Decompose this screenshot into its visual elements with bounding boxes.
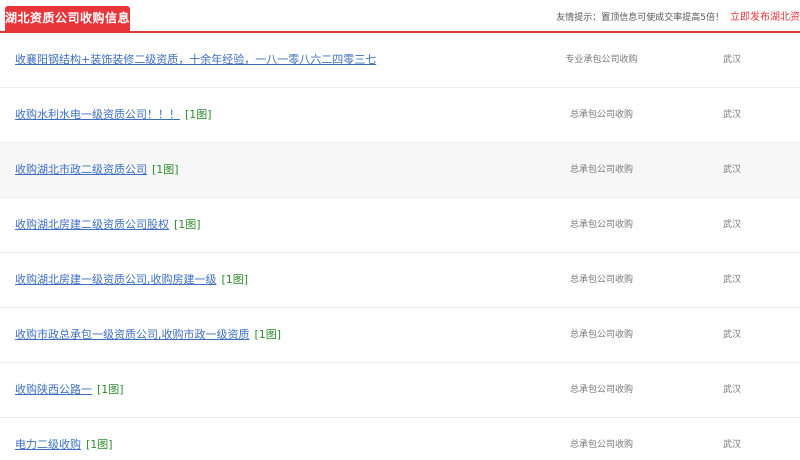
image-count-badge[interactable]: [1图] bbox=[97, 383, 124, 396]
listing-title-cell: 收购水利水电一级资质公司！！！ [1图] bbox=[15, 88, 212, 142]
listing-category: 专业承包公司收购 bbox=[565, 55, 638, 65]
publish-tip: 友情提示：置顶信息可使成交率提高5倍！ 立即发布湖北资 bbox=[556, 9, 800, 27]
listing-city: 武汉 bbox=[722, 440, 741, 450]
listing-list: 收襄阳钢结构+装饰装修二级资质，十余年经验，一八一零八六二四零三七 专业承包公司… bbox=[0, 33, 800, 460]
listing-title-link[interactable]: 收购湖北房建二级资质公司股权 bbox=[15, 218, 169, 231]
listing-city: 武汉 bbox=[722, 55, 741, 65]
listing-city: 武汉 bbox=[722, 165, 741, 175]
listing-category: 总承包公司收购 bbox=[569, 275, 633, 285]
listing-title-cell: 电力二级收购 [1图] bbox=[15, 418, 113, 460]
listing-city: 武汉 bbox=[722, 220, 741, 230]
listing-category: 总承包公司收购 bbox=[569, 330, 633, 340]
listing-row: 收购湖北房建一级资质公司,收购房建一级 [1图] 总承包公司收购 武汉 bbox=[0, 253, 800, 308]
listing-row: 收购陕西公路一 [1图] 总承包公司收购 武汉 bbox=[0, 363, 800, 418]
listing-row: 电力二级收购 [1图] 总承包公司收购 武汉 bbox=[0, 418, 800, 460]
listing-title-link[interactable]: 收购湖北房建一级资质公司,收购房建一级 bbox=[15, 273, 217, 286]
image-count-badge[interactable]: [1图] bbox=[222, 273, 249, 286]
page: 湖北资质公司收购信息 友情提示：置顶信息可使成交率提高5倍！ 立即发布湖北资 收襄… bbox=[0, 0, 800, 460]
listing-category: 总承包公司收购 bbox=[569, 110, 633, 120]
listing-title-link[interactable]: 收购水利水电一级资质公司！！！ bbox=[15, 108, 180, 121]
listing-row: 收购湖北市政二级资质公司 [1图] 总承包公司收购 武汉 bbox=[0, 143, 800, 198]
listing-city: 武汉 bbox=[722, 275, 741, 285]
listing-title-cell: 收购湖北房建二级资质公司股权 [1图] bbox=[15, 198, 201, 252]
tip-text: 友情提示：置顶信息可使成交率提高5倍！ bbox=[556, 13, 724, 23]
listing-title-link[interactable]: 收购市政总承包一级资质公司,收购市政一级资质 bbox=[15, 328, 250, 341]
listing-row: 收购市政总承包一级资质公司,收购市政一级资质 [1图] 总承包公司收购 武汉 bbox=[0, 308, 800, 363]
listing-category: 总承包公司收购 bbox=[569, 165, 633, 175]
listing-row: 收襄阳钢结构+装饰装修二级资质，十余年经验，一八一零八六二四零三七 专业承包公司… bbox=[0, 33, 800, 88]
listing-title-cell: 收购湖北房建一级资质公司,收购房建一级 [1图] bbox=[15, 253, 248, 307]
listing-category: 总承包公司收购 bbox=[569, 220, 633, 230]
listing-title-link[interactable]: 收购湖北市政二级资质公司 bbox=[15, 163, 147, 176]
listing-row: 收购水利水电一级资质公司！！！ [1图] 总承包公司收购 武汉 bbox=[0, 88, 800, 143]
image-count-badge[interactable]: [1图] bbox=[255, 328, 282, 341]
listing-title-cell: 收购陕西公路一 [1图] bbox=[15, 363, 124, 417]
listing-title-cell: 收购市政总承包一级资质公司,收购市政一级资质 [1图] bbox=[15, 308, 281, 362]
image-count-badge[interactable]: [1图] bbox=[86, 438, 113, 451]
listing-category: 总承包公司收购 bbox=[569, 440, 633, 450]
section-title-tab: 湖北资质公司收购信息 bbox=[5, 6, 130, 31]
section-header: 湖北资质公司收购信息 友情提示：置顶信息可使成交率提高5倍！ 立即发布湖北资 bbox=[0, 0, 800, 33]
listing-city: 武汉 bbox=[722, 385, 741, 395]
listing-city: 武汉 bbox=[722, 330, 741, 340]
publish-info-link[interactable]: 立即发布湖北资 bbox=[730, 12, 800, 23]
image-count-badge[interactable]: [1图] bbox=[152, 163, 179, 176]
image-count-badge[interactable]: [1图] bbox=[185, 108, 212, 121]
listing-category: 总承包公司收购 bbox=[569, 385, 633, 395]
listing-title-cell: 收购湖北市政二级资质公司 [1图] bbox=[15, 143, 179, 197]
listing-title-link[interactable]: 电力二级收购 bbox=[15, 438, 81, 451]
listing-row: 收购湖北房建二级资质公司股权 [1图] 总承包公司收购 武汉 bbox=[0, 198, 800, 253]
image-count-badge[interactable]: [1图] bbox=[174, 218, 201, 231]
listing-title-link[interactable]: 收襄阳钢结构+装饰装修二级资质，十余年经验，一八一零八六二四零三七 bbox=[15, 53, 376, 66]
listing-title-cell: 收襄阳钢结构+装饰装修二级资质，十余年经验，一八一零八六二四零三七 bbox=[15, 33, 376, 87]
listing-title-link[interactable]: 收购陕西公路一 bbox=[15, 383, 92, 396]
listing-city: 武汉 bbox=[722, 110, 741, 120]
